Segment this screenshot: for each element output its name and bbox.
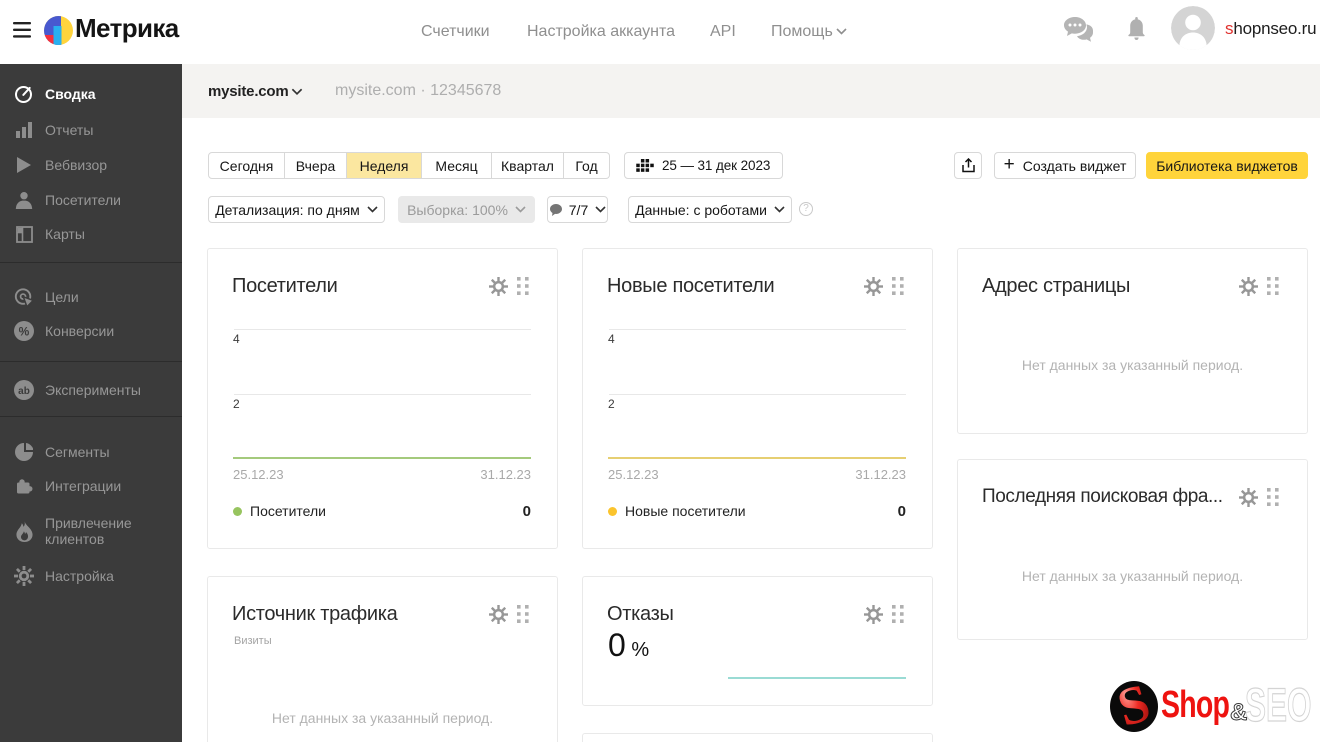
svg-text:%: % — [19, 325, 30, 339]
svg-text:SEO: SEO — [1245, 680, 1312, 732]
svg-text:Shop: Shop — [1161, 684, 1230, 726]
svg-text:ab: ab — [18, 386, 30, 397]
